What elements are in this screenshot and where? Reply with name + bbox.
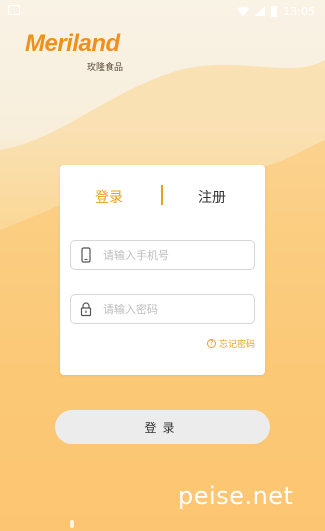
phone-icon [81, 247, 91, 263]
phone-input[interactable] [103, 242, 243, 268]
question-circle-icon: ? [206, 339, 216, 348]
forgot-password-link[interactable]: ? 忘记密码 [206, 337, 255, 350]
notification-icon [8, 5, 20, 15]
auth-card: 登录 注册 ? 忘记密码 [60, 165, 265, 375]
watermark-text: peise.net [178, 482, 294, 510]
phone-field[interactable] [70, 240, 255, 270]
password-input[interactable] [103, 296, 243, 322]
tab-register[interactable]: 注册 [198, 187, 226, 207]
logo-text: Meriland [25, 30, 120, 57]
page-indicator [70, 520, 74, 528]
signal-icon [255, 6, 266, 16]
wifi-icon [237, 6, 250, 16]
status-bar: 13:05 [0, 0, 325, 22]
tab-divider [161, 185, 163, 205]
forgot-password-label: 忘记密码 [218, 340, 255, 350]
login-button[interactable]: 登录 [55, 410, 270, 444]
password-field[interactable] [70, 294, 255, 324]
brand-logo: Meriland 玫隆食品 [25, 30, 123, 73]
lock-icon [80, 302, 92, 317]
battery-icon [271, 5, 278, 17]
status-time: 13:05 [283, 4, 315, 18]
tab-login[interactable]: 登录 [95, 187, 123, 207]
status-icons: 13:05 [237, 5, 315, 18]
logo-subtitle: 玫隆食品 [87, 63, 124, 73]
